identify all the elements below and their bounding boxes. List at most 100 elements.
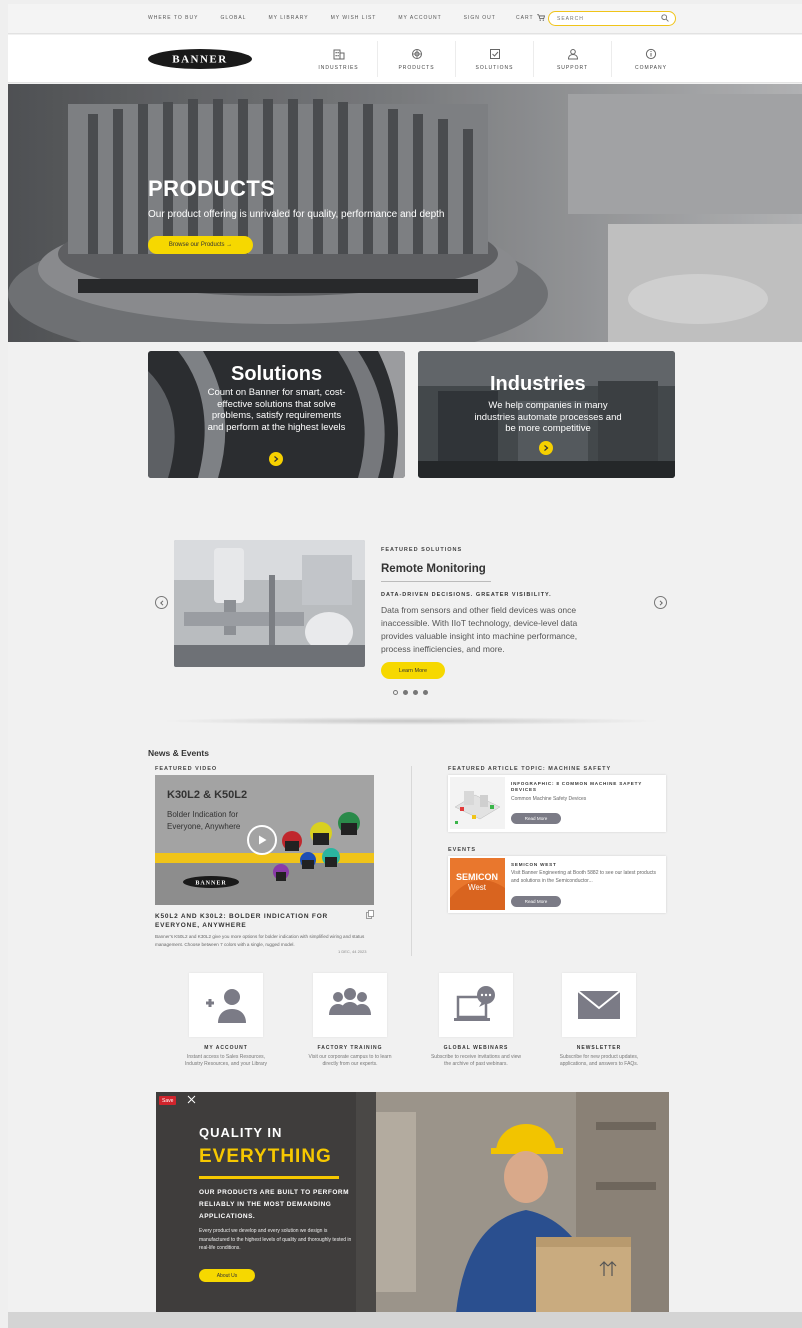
search-input[interactable] (557, 15, 657, 23)
my-library-link[interactable]: MY LIBRARY (268, 15, 308, 21)
featured-article-label: FEATURED ARTICLE TOPIC: MACHINE SAFETY (448, 766, 612, 772)
feature-global-webinars[interactable]: GLOBAL WEBINARS Subscribe to receive inv… (426, 973, 526, 1068)
banner-logo[interactable]: BANNER (148, 49, 252, 69)
feature-my-account-box (189, 973, 263, 1037)
hero-subtitle: Our product offering is unrivaled for qu… (148, 209, 445, 220)
hero-title: PRODUCTS (148, 176, 276, 201)
remote-monitoring-image (174, 540, 365, 667)
where-to-buy-link[interactable]: WHERE TO BUY (148, 15, 198, 21)
solutions-text: Count on Banner for smart, cost-effectiv… (207, 387, 346, 433)
semicon-thumbnail: SEMICON West (450, 858, 505, 910)
feature-factory-training-box (313, 973, 387, 1037)
about-us-button[interactable]: About Us (199, 1269, 255, 1282)
main-nav: BANNER INDUSTRIES PRODUCTS SOLUTIONS SUP… (8, 35, 802, 83)
event-text: Visit Banner Engineering at Booth 5882 t… (511, 870, 657, 884)
add-user-icon (206, 989, 246, 1023)
featured-video-label: FEATURED VIDEO (155, 766, 218, 772)
cart-icon (536, 14, 545, 21)
industries-tile[interactable]: Industries We help companies in many ind… (418, 351, 675, 478)
play-button[interactable] (247, 825, 277, 855)
copy-icon[interactable] (366, 910, 374, 919)
featured-body: Data from sensors and other field device… (381, 605, 578, 654)
solutions-arrow-button[interactable] (269, 452, 283, 466)
arrow-right-icon (274, 456, 279, 462)
cart-label: CART (516, 14, 534, 21)
nav-items: INDUSTRIES PRODUCTS SOLUTIONS SUPPORT CO… (300, 41, 690, 77)
nav-industries-label: INDUSTRIES (318, 64, 359, 71)
my-account-link[interactable]: MY ACCOUNT (398, 15, 441, 21)
products-icon (411, 48, 422, 59)
solutions-tile[interactable]: Solutions Count on Banner for smart, cos… (148, 351, 405, 478)
video-caption[interactable]: K50L2 AND K30L2: BOLDER INDICATION FOR E… (155, 912, 355, 930)
carousel-dot-4[interactable] (423, 690, 428, 695)
group-icon (329, 988, 371, 1015)
nav-solutions-label: SOLUTIONS (475, 64, 514, 71)
person-icon (567, 48, 578, 59)
nav-company[interactable]: COMPANY (612, 41, 690, 77)
feature-my-account-title: MY ACCOUNT (204, 1045, 248, 1051)
event-title: SEMICON WEST (511, 862, 557, 867)
search-icon[interactable] (661, 14, 669, 22)
arrow-right-icon (544, 445, 549, 451)
quality-line1: QUALITY IN (199, 1125, 283, 1140)
nav-products[interactable]: PRODUCTS (378, 41, 456, 77)
building-icon (333, 49, 344, 59)
feature-factory-training-title: FACTORY TRAINING (317, 1045, 383, 1051)
browse-products-button[interactable]: Browse our Products → (148, 236, 253, 254)
quality-banner: Save QUALITY IN EVERYTHING OUR PRODUCTS … (156, 1092, 669, 1313)
carousel-next-button[interactable] (654, 596, 667, 609)
events-label: EVENTS (448, 847, 477, 853)
event-card[interactable]: SEMICON West SEMICON WEST Visit Banner E… (448, 856, 666, 913)
feature-my-account[interactable]: MY ACCOUNT Instant access to Sales Resou… (176, 973, 276, 1068)
carousel-dot-2[interactable] (403, 690, 408, 695)
article-card[interactable]: INFOGRAPHIC: 8 COMMON MACHINE SAFETY DEV… (448, 775, 666, 832)
logo-text: BANNER (172, 54, 227, 66)
industries-title: Industries (490, 373, 586, 395)
featured-title[interactable]: Remote Monitoring (381, 563, 486, 575)
feature-newsletter[interactable]: NEWSLETTER Subscribe for new product upd… (549, 973, 649, 1068)
feature-newsletter-box (562, 973, 636, 1037)
utility-links: WHERE TO BUY GLOBAL MY LIBRARY MY WISH L… (148, 15, 496, 21)
carousel-dot-1[interactable] (393, 690, 398, 695)
solutions-title: Solutions (231, 363, 323, 385)
nav-support-label: SUPPORT (556, 64, 589, 71)
learn-more-button[interactable]: Learn More (381, 662, 445, 679)
article-read-more-button[interactable]: Read More (511, 813, 561, 824)
semicon-thumb-line2: West (468, 883, 487, 892)
quality-body: Every product we develop and every solut… (199, 1228, 352, 1251)
nav-support[interactable]: SUPPORT (534, 41, 612, 77)
featured-video[interactable]: BANNER K30L2 & K50L2 Bolder Indication f… (155, 775, 374, 905)
feature-factory-training[interactable]: FACTORY TRAINING Visit our corporate cam… (300, 973, 400, 1068)
feature-factory-training-text: Visit our corporate campus to to learn d… (308, 1054, 392, 1068)
industries-arrow-button[interactable] (539, 441, 553, 455)
video-date: 1 DEC, 44 2023 (338, 949, 367, 954)
page: WHERE TO BUY GLOBAL MY LIBRARY MY WISH L… (8, 4, 802, 1328)
play-icon (259, 835, 267, 845)
news-divider (411, 766, 412, 956)
quality-rule (199, 1176, 339, 1179)
quality-line2: EVERYTHING (199, 1146, 332, 1167)
close-icon[interactable] (187, 1095, 196, 1104)
infographic-thumbnail (450, 777, 505, 829)
chevron-right-icon (659, 599, 663, 606)
sign-out-link[interactable]: SIGN OUT (464, 15, 496, 21)
nav-products-label: PRODUCTS (398, 64, 435, 71)
utility-bar: WHERE TO BUY GLOBAL MY LIBRARY MY WISH L… (8, 4, 802, 34)
feature-my-account-text: Instant access to Sales Resources, Indus… (185, 1054, 267, 1068)
pinterest-save-button[interactable]: Save (159, 1096, 177, 1105)
feature-newsletter-title: NEWSLETTER (576, 1045, 622, 1051)
event-read-more-button[interactable]: Read More (511, 896, 561, 907)
my-wish-list-link[interactable]: MY WISH LIST (331, 15, 377, 21)
nav-industries[interactable]: INDUSTRIES (300, 41, 378, 77)
footer-strip (8, 1312, 802, 1328)
global-link[interactable]: GLOBAL (220, 15, 246, 21)
feature-global-webinars-title: GLOBAL WEBINARS (443, 1045, 509, 1051)
envelope-icon (577, 990, 621, 1019)
carousel-dot-3[interactable] (413, 690, 418, 695)
cart-link[interactable]: CART (516, 14, 545, 21)
industries-text: We help companies in many industries aut… (474, 400, 622, 434)
search-box (548, 11, 676, 26)
carousel-prev-button[interactable] (155, 596, 168, 609)
featured-kicker: FEATURED SOLUTIONS (381, 547, 463, 553)
nav-solutions[interactable]: SOLUTIONS (456, 41, 534, 77)
